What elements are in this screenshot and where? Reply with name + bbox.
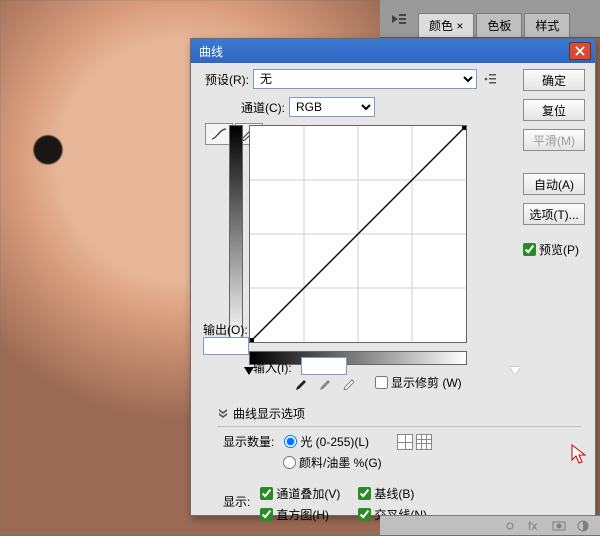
amount-ink-radio[interactable]: 颜料/油墨 %(G)	[283, 454, 382, 471]
curve-graph[interactable]	[249, 125, 467, 343]
auto-button[interactable]: 自动(A)	[523, 173, 585, 195]
close-button[interactable]	[569, 42, 591, 60]
amount-light-radio[interactable]: 光 (0-255)(L)	[284, 433, 369, 450]
eyedropper-black-icon[interactable]	[293, 373, 311, 391]
panel-tab-styles[interactable]: 样式	[524, 13, 570, 37]
options-button[interactable]: 选项(T)...	[523, 203, 585, 225]
show-overlay-checkbox[interactable]: 通道叠加(V)	[260, 485, 340, 502]
preview-checkbox[interactable]: 预览(P)	[523, 241, 585, 258]
show-histogram-checkbox[interactable]: 直方图(H)	[260, 506, 340, 523]
chevron-icon	[217, 408, 229, 420]
white-point-slider[interactable]	[510, 367, 520, 375]
eyedropper-gray-icon[interactable]	[317, 373, 335, 391]
curves-dialog: 曲线 预设(R): 无 通道(C): RGB	[190, 38, 596, 516]
eyedropper-white-icon[interactable]	[341, 373, 359, 391]
output-label: 输出(O):	[203, 321, 248, 338]
panel-tab-color[interactable]: 颜色 ×	[418, 13, 474, 37]
amount-label: 显示数量:	[223, 433, 274, 450]
cursor-arrow-icon	[570, 443, 588, 465]
dialog-title: 曲线	[199, 43, 569, 60]
display-options-expander[interactable]: 曲线显示选项	[217, 405, 581, 422]
panel-tab-swatches[interactable]: 色板	[476, 13, 522, 37]
panel-status-bar: fx	[380, 515, 600, 535]
titlebar[interactable]: 曲线	[191, 39, 595, 63]
show-label: 显示:	[223, 493, 250, 510]
show-clipping-checkbox[interactable]: 显示修剪 (W)	[375, 374, 462, 391]
divider	[217, 426, 581, 427]
channel-label: 通道(C):	[241, 99, 285, 116]
channel-select[interactable]: RGB	[289, 97, 375, 117]
preset-select[interactable]: 无	[253, 69, 477, 89]
show-baseline-checkbox[interactable]: 基线(B)	[358, 485, 427, 502]
output-gradient	[229, 125, 243, 343]
smooth-button[interactable]: 平滑(M)	[523, 129, 585, 151]
adjustment-icon[interactable]	[576, 519, 590, 533]
reset-button[interactable]: 复位	[523, 99, 585, 121]
output-field[interactable]	[203, 337, 249, 355]
grid-4-button[interactable]	[397, 434, 413, 450]
link-icon[interactable]	[504, 519, 518, 533]
panel-tabs-strip: 颜色 × 色板 样式	[380, 0, 600, 38]
preset-menu-icon[interactable]	[481, 69, 499, 89]
svg-text:fx: fx	[528, 519, 537, 533]
ok-button[interactable]: 确定	[523, 69, 585, 91]
input-label: 输入(I):	[253, 359, 292, 376]
panel-menu-icon[interactable]	[386, 6, 412, 32]
grid-9-button[interactable]	[416, 434, 432, 450]
fx-icon[interactable]: fx	[528, 519, 542, 533]
preset-label: 预设(R):	[205, 71, 249, 88]
mask-icon[interactable]	[552, 519, 566, 533]
